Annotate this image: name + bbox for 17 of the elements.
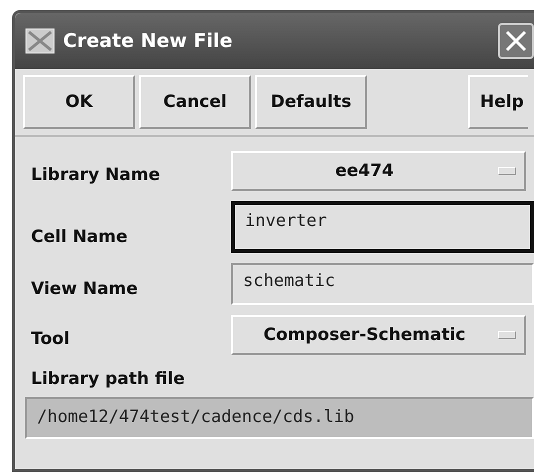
field-label: Tool bbox=[31, 329, 71, 351]
close-button[interactable] bbox=[498, 23, 534, 59]
dialog-button[interactable]: Cancel bbox=[139, 75, 251, 129]
dropdown[interactable]: ee474 bbox=[231, 151, 526, 191]
dialog-button[interactable]: Defaults bbox=[255, 75, 367, 129]
dialog-button[interactable]: Help bbox=[468, 75, 528, 129]
dropdown[interactable]: Composer-Schematic bbox=[231, 315, 526, 355]
window-title: Create New File bbox=[63, 30, 234, 52]
field-label: Library Name bbox=[31, 165, 162, 187]
text-field[interactable]: schematic bbox=[231, 263, 534, 305]
field-label: Library path file bbox=[30, 368, 186, 391]
window-icon bbox=[25, 26, 55, 56]
text-field[interactable]: inverter bbox=[231, 201, 534, 253]
field-label: View Name bbox=[31, 279, 139, 301]
close-icon bbox=[504, 29, 528, 53]
dialog-button[interactable]: OK bbox=[23, 75, 135, 129]
field-label: Cell Name bbox=[31, 227, 129, 249]
